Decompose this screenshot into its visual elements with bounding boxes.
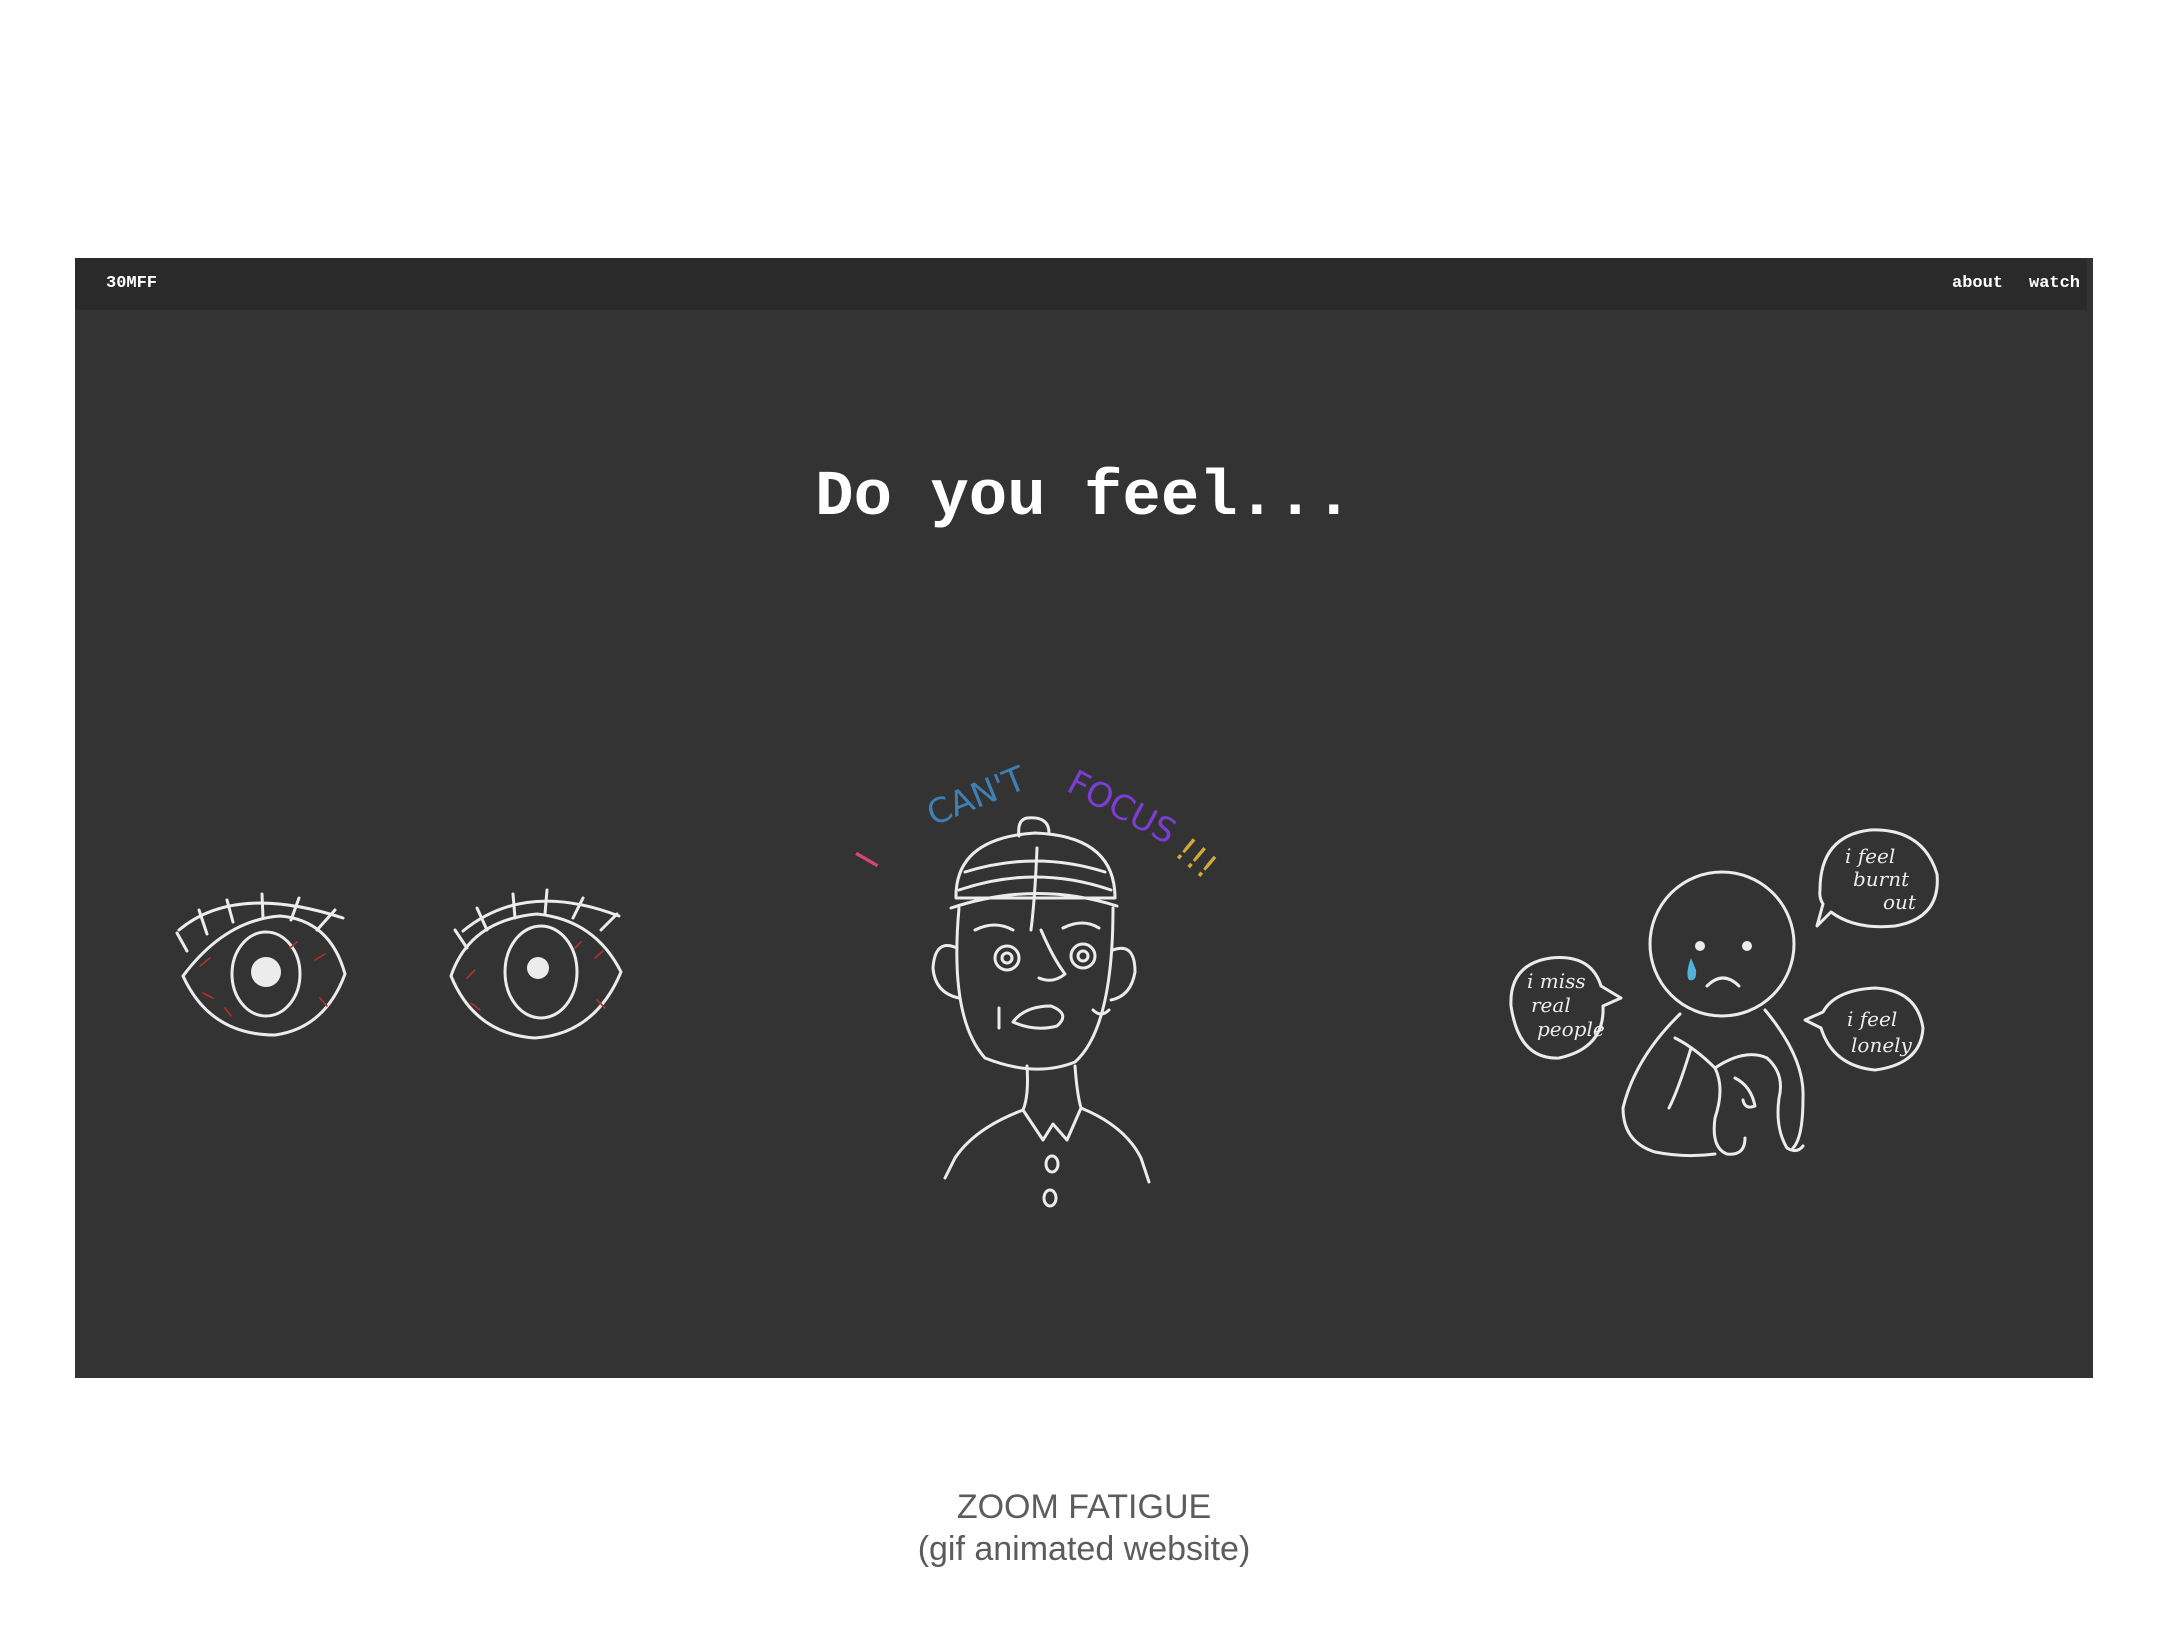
speech-bubble-lonely: i feel lonely [1803, 986, 1925, 1072]
svg-text:burnt: burnt [1853, 867, 1910, 891]
tired-eye-left-illustration [175, 892, 347, 1037]
focus-exclamation: !!! [1167, 830, 1224, 887]
speech-bubble-miss-people: i miss real people [1509, 956, 1623, 1060]
tired-eye-right-illustration [449, 888, 623, 1040]
website-screenshot: 30MFF about watch Do you feel... I CAN'T… [75, 258, 2093, 1378]
caption-subtitle: (gif animated website) [917, 1530, 1251, 1568]
caption-title: ZOOM FATIGUE [956, 1488, 1212, 1526]
svg-text:i feel: i feel [1847, 1007, 1897, 1031]
svg-text:people: people [1537, 1017, 1605, 1041]
sad-person-illustration: i feel burnt out i miss real people i fe… [1509, 828, 1939, 1158]
svg-text:i feel: i feel [1845, 844, 1895, 868]
svg-text:out: out [1883, 890, 1917, 914]
tear-icon [1687, 958, 1697, 981]
illustrations: I CAN'T FOCUS !!! i feel burnt out i mis… [175, 759, 1939, 1208]
svg-text:i miss: i miss [1527, 969, 1586, 993]
svg-text:real: real [1531, 993, 1571, 1017]
focus-word-focus: FOCUS [1061, 763, 1183, 853]
cant-focus-man-illustration: I CAN'T FOCUS !!! [848, 759, 1224, 1208]
focus-word-i: I [848, 846, 888, 875]
focus-word-cant: CAN'T [921, 759, 1031, 835]
svg-text:lonely: lonely [1851, 1033, 1913, 1057]
image-caption: ZOOM FATIGUE (gif animated website) [0, 1486, 2168, 1570]
speech-bubble-burnt-out: i feel burnt out [1815, 828, 1939, 929]
